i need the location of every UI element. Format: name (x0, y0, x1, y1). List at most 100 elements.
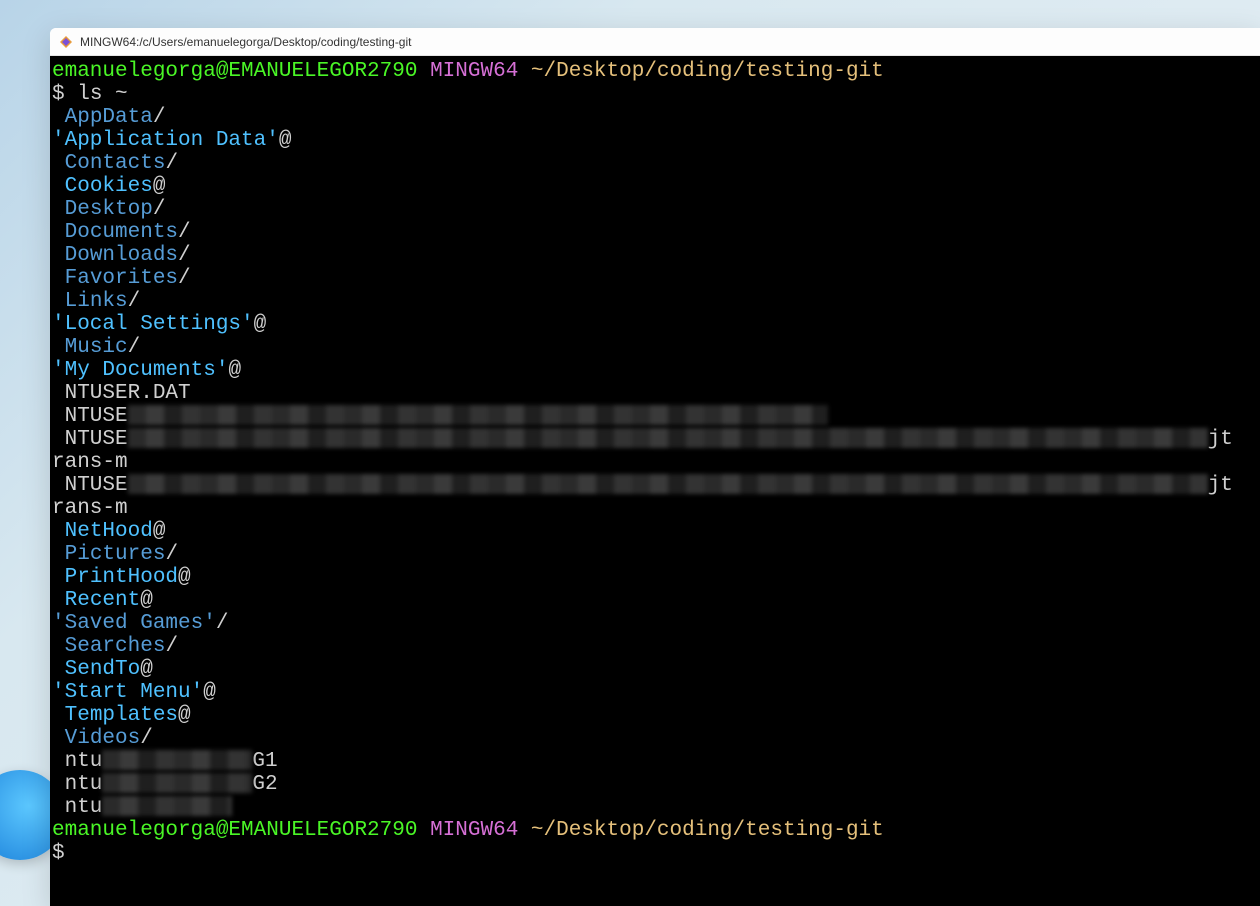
file-name: 'Local Settings' (52, 313, 254, 336)
ls-entry: Music/ (50, 336, 1260, 359)
ls-entry: Searches/ (50, 635, 1260, 658)
file-suffix: / (153, 198, 166, 221)
file-suffix: / (128, 290, 141, 313)
ls-entry: Links/ (50, 290, 1260, 313)
file-name: NetHood (65, 520, 153, 543)
file-tail: jt (1208, 474, 1233, 497)
file-name: Favorites (65, 267, 178, 290)
file-prefix: ntu (52, 750, 102, 773)
file-prefix: rans-m (52, 451, 128, 474)
file-name: Cookies (65, 175, 153, 198)
file-name: 'Start Menu' (52, 681, 203, 704)
ls-entry: Downloads/ (50, 244, 1260, 267)
file-name: Desktop (65, 198, 153, 221)
ls-entry-censored: rans-m (50, 451, 1260, 474)
app-icon (58, 34, 74, 50)
file-prefix: ntu (52, 773, 102, 796)
file-suffix: / (216, 612, 229, 635)
ls-entry: Contacts/ (50, 152, 1260, 175)
file-suffix: @ (140, 658, 153, 681)
prompt-symbol: $ (52, 83, 65, 106)
prompt-symbol-line: $ (50, 842, 1260, 865)
ls-entry: 'My Documents'@ (50, 359, 1260, 382)
file-prefix: NTUSE (52, 405, 128, 428)
ls-entry: AppData/ (50, 106, 1260, 129)
ls-entry-censored: NTUSE jt (50, 474, 1260, 497)
ls-entry: 'Application Data'@ (50, 129, 1260, 152)
window-title: MINGW64:/c/Users/emanuelegorga/Desktop/c… (80, 35, 411, 49)
ls-entry-censored: ntu G1 (50, 750, 1260, 773)
command-text: ls ~ (77, 83, 127, 106)
file-suffix: / (178, 221, 191, 244)
file-suffix: @ (153, 520, 166, 543)
file-name: 'Application Data' (52, 129, 279, 152)
prompt-symbol: $ (52, 842, 65, 865)
file-name: Recent (65, 589, 141, 612)
ls-entry: PrintHood@ (50, 566, 1260, 589)
ls-entry: 'Local Settings'@ (50, 313, 1260, 336)
file-suffix: / (153, 106, 166, 129)
file-suffix: / (165, 635, 178, 658)
file-name: Music (65, 336, 128, 359)
file-name: Links (65, 290, 128, 313)
ls-entry-censored: NTUSE (50, 405, 1260, 428)
env-name: MINGW64 (430, 60, 518, 83)
prompt-line-2: emanuelegorga@EMANUELEGOR2790 MINGW64 ~/… (50, 819, 1260, 842)
file-suffix: / (178, 244, 191, 267)
file-suffix: @ (279, 129, 292, 152)
cwd-path: ~/Desktop/coding/testing-git (531, 819, 884, 842)
ls-entry: Favorites/ (50, 267, 1260, 290)
censored-region (102, 773, 252, 793)
file-name: SendTo (65, 658, 141, 681)
file-suffix: @ (203, 681, 216, 704)
file-tail: G2 (252, 773, 277, 796)
file-suffix: / (178, 267, 191, 290)
ls-entry-censored: ntu G2 (50, 773, 1260, 796)
file-name: Downloads (65, 244, 178, 267)
file-suffix: @ (178, 704, 191, 727)
file-suffix: / (140, 727, 153, 750)
file-name: Contacts (65, 152, 166, 175)
file-suffix: @ (254, 313, 267, 336)
ls-entry-censored: ntu (50, 796, 1260, 819)
ls-entry: Pictures/ (50, 543, 1260, 566)
file-prefix: rans-m (52, 497, 128, 520)
ls-entry: 'Start Menu'@ (50, 681, 1260, 704)
ls-entry: Documents/ (50, 221, 1260, 244)
file-name: Videos (65, 727, 141, 750)
file-name: 'Saved Games' (52, 612, 216, 635)
censored-region (102, 750, 252, 770)
censored-region (102, 796, 232, 816)
ls-entry: Recent@ (50, 589, 1260, 612)
file-prefix: ntu (52, 796, 102, 819)
file-name: 'My Documents' (52, 359, 228, 382)
file-name: Documents (65, 221, 178, 244)
user-host: emanuelegorga@EMANUELEGOR2790 (52, 60, 417, 83)
terminal-body[interactable]: emanuelegorga@EMANUELEGOR2790 MINGW64 ~/… (50, 56, 1260, 906)
file-name: Searches (65, 635, 166, 658)
file-suffix: @ (228, 359, 241, 382)
file-name: AppData (65, 106, 153, 129)
terminal-window: MINGW64:/c/Users/emanuelegorga/Desktop/c… (50, 28, 1260, 906)
ls-entry: NetHood@ (50, 520, 1260, 543)
ls-entry: Desktop/ (50, 198, 1260, 221)
ls-entry: Videos/ (50, 727, 1260, 750)
file-tail: G1 (252, 750, 277, 773)
file-suffix: @ (178, 566, 191, 589)
file-suffix: @ (140, 589, 153, 612)
ls-entry: Templates@ (50, 704, 1260, 727)
cwd-path: ~/Desktop/coding/testing-git (531, 60, 884, 83)
file-name: PrintHood (65, 566, 178, 589)
file-name: Templates (65, 704, 178, 727)
censored-region (128, 474, 1208, 494)
user-host: emanuelegorga@EMANUELEGOR2790 (52, 819, 417, 842)
window-titlebar[interactable]: MINGW64:/c/Users/emanuelegorga/Desktop/c… (50, 28, 1260, 56)
file-prefix: NTUSE (52, 474, 128, 497)
ls-entry: SendTo@ (50, 658, 1260, 681)
file-suffix: / (165, 543, 178, 566)
file-tail: jt (1208, 428, 1233, 451)
file-name: Pictures (65, 543, 166, 566)
censored-region (128, 405, 828, 425)
file-prefix: NTUSER.DAT (52, 382, 191, 405)
ls-entry: Cookies@ (50, 175, 1260, 198)
